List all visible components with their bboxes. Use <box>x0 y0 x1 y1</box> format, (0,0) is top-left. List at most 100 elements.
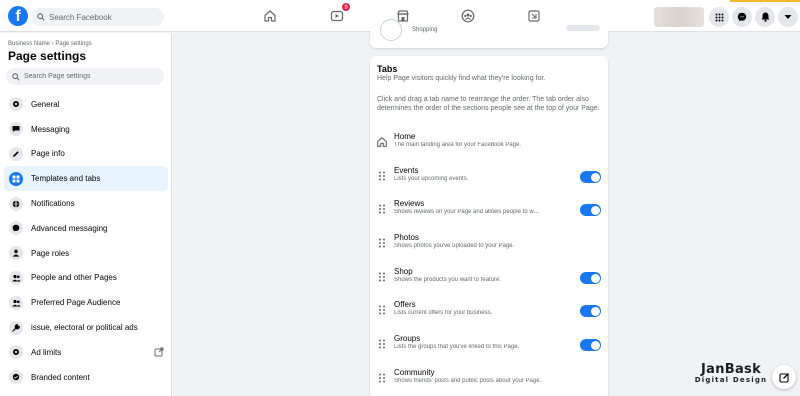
tab-name: Reviews <box>394 199 425 208</box>
profile-avatar[interactable] <box>654 7 704 27</box>
tab-row-home[interactable]: Home The main landing area for your Face… <box>370 130 608 160</box>
person-icon <box>9 246 23 261</box>
tab-description: Lists the groups that you've linked to t… <box>394 344 520 350</box>
messenger-icon <box>737 12 747 22</box>
tabs-instructions: Click and drag a tab name to rearrange t… <box>377 96 600 112</box>
new-message-button[interactable] <box>772 365 796 389</box>
tab-row-groups[interactable]: Groups Lists the groups that you've link… <box>370 332 608 362</box>
sidebar-item-preferred-page-audience[interactable]: Preferred Page Audience <box>4 290 168 315</box>
shop-toggle[interactable] <box>580 272 601 284</box>
tab-description: Shows friends' posts and public posts ab… <box>394 378 542 384</box>
settings-search-input[interactable] <box>24 73 154 80</box>
drag-handle-icon[interactable] <box>378 171 386 181</box>
sidebar-item-templates-and-tabs[interactable]: Templates and tabs <box>4 166 168 192</box>
drag-handle-icon[interactable] <box>378 373 386 383</box>
people-icon <box>9 295 23 310</box>
pencil-icon <box>9 146 23 161</box>
template-avatar <box>380 19 402 41</box>
tab-name: Photos <box>394 233 419 242</box>
sidebar-item-label: Preferred Page Audience <box>31 298 121 308</box>
wrench-icon <box>9 320 23 335</box>
tab-description: Lists current offers for your business. <box>394 310 493 316</box>
sidebar-item-label: Notifications <box>31 199 75 209</box>
people-icon <box>9 270 23 285</box>
home-nav-icon[interactable] <box>259 5 281 27</box>
facebook-logo[interactable]: f <box>8 6 28 26</box>
sidebar-item-messaging[interactable]: Messaging <box>4 117 168 142</box>
tab-description: Shows the products you want to feature. <box>394 277 502 283</box>
tab-description: The main landing area for your Facebook … <box>394 142 522 148</box>
compose-icon <box>778 372 789 383</box>
badge-icon <box>9 370 23 385</box>
sidebar-item-people-and-other-pages[interactable]: People and other Pages <box>4 266 168 291</box>
sidebar-item-label: Templates and tabs <box>31 174 101 184</box>
external-link-icon[interactable] <box>154 347 164 359</box>
drag-handle-icon[interactable] <box>378 339 386 349</box>
facebook-search-input[interactable] <box>49 12 159 22</box>
bell-icon <box>761 12 769 22</box>
watermark-line2: Digital Design <box>694 376 768 384</box>
accent-line <box>730 0 800 2</box>
home-icon <box>376 135 388 153</box>
menu-button[interactable] <box>709 7 729 27</box>
tab-description: Lists your upcoming events. <box>394 176 469 182</box>
account-button[interactable] <box>778 7 798 27</box>
watch-nav-icon[interactable]: 9 <box>326 2 351 27</box>
groups-toggle[interactable] <box>580 339 601 351</box>
settings-nav-list: General Messaging Page info Templates an… <box>4 92 168 390</box>
sidebar-item-ad-limits[interactable]: Ad limits <box>4 340 168 365</box>
drag-handle-icon[interactable] <box>378 238 386 248</box>
watermark-line1: JanBask <box>700 362 762 377</box>
chat-icon <box>9 122 23 137</box>
gaming-nav-icon[interactable] <box>523 5 545 27</box>
tab-description: Shows photos you've uploaded to your Pag… <box>394 243 515 249</box>
facebook-search[interactable] <box>31 8 164 26</box>
sidebar-item-page-info[interactable]: Page info <box>4 142 168 167</box>
tab-name: Events <box>394 166 419 175</box>
sidebar-item-page-roles[interactable]: Page roles <box>4 241 168 266</box>
messenger-button[interactable] <box>732 7 752 27</box>
tab-row-events[interactable]: Events Lists your upcoming events. <box>370 164 608 194</box>
tab-row-offers[interactable]: Offers Lists current offers for your bus… <box>370 298 608 328</box>
tab-name: Community <box>394 368 435 377</box>
notifications-button[interactable] <box>755 7 775 27</box>
sidebar-item-label: issue, electoral or political ads <box>31 323 138 333</box>
main-content: Shopping Tabs Help Page visitors quickly… <box>173 19 800 396</box>
reviews-toggle[interactable] <box>580 204 601 216</box>
tab-description: Shows reviews on your Page and allows pe… <box>394 209 539 215</box>
sidebar-item-label: Page roles <box>31 248 70 258</box>
drag-handle-icon[interactable] <box>378 305 386 315</box>
groups-nav-icon[interactable] <box>457 5 479 27</box>
tab-name: Home <box>394 132 416 141</box>
tab-row-photos[interactable]: Photos Shows photos you've uploaded to y… <box>370 231 608 261</box>
tab-row-community[interactable]: Community Shows friends' posts and publi… <box>370 366 608 396</box>
view-details-button[interactable] <box>566 25 600 31</box>
caret-down-icon <box>784 15 792 19</box>
sidebar-item-label: Messaging <box>31 124 70 134</box>
sidebar-item-advanced-messaging[interactable]: Advanced messaging <box>4 216 168 241</box>
tabs-title: Tabs <box>377 64 398 74</box>
messenger-icon <box>9 221 23 236</box>
settings-search[interactable] <box>6 68 164 85</box>
search-icon <box>12 72 20 81</box>
tab-row-reviews[interactable]: Reviews Shows reviews on your Page and a… <box>370 197 608 227</box>
breadcrumb[interactable]: Business Name › Page settings <box>8 41 92 47</box>
notification-badge: 9 <box>341 2 351 12</box>
sidebar-item-notifications[interactable]: Notifications <box>4 191 168 216</box>
tab-name: Groups <box>394 334 421 343</box>
sidebar-item-label: Page info <box>31 149 65 159</box>
grid-menu-icon <box>715 13 723 21</box>
sidebar-item-general[interactable]: General <box>4 92 168 117</box>
events-toggle[interactable] <box>580 171 601 183</box>
sidebar-item-branded-content[interactable]: Branded content <box>4 365 168 390</box>
page-title: Page settings <box>8 49 87 63</box>
offers-toggle[interactable] <box>580 305 601 317</box>
tabs-card: Tabs Help Page visitors quickly find wha… <box>370 56 608 396</box>
sidebar-item-political-ads[interactable]: issue, electoral or political ads <box>4 315 168 340</box>
drag-handle-icon[interactable] <box>378 272 386 282</box>
grid-icon <box>9 171 23 186</box>
drag-handle-icon[interactable] <box>378 204 386 214</box>
settings-sidebar: Business Name › Page settings Page setti… <box>0 33 172 396</box>
sidebar-item-label: Advanced messaging <box>31 223 108 233</box>
tab-row-shop[interactable]: Shop Shows the products you want to feat… <box>370 265 608 295</box>
